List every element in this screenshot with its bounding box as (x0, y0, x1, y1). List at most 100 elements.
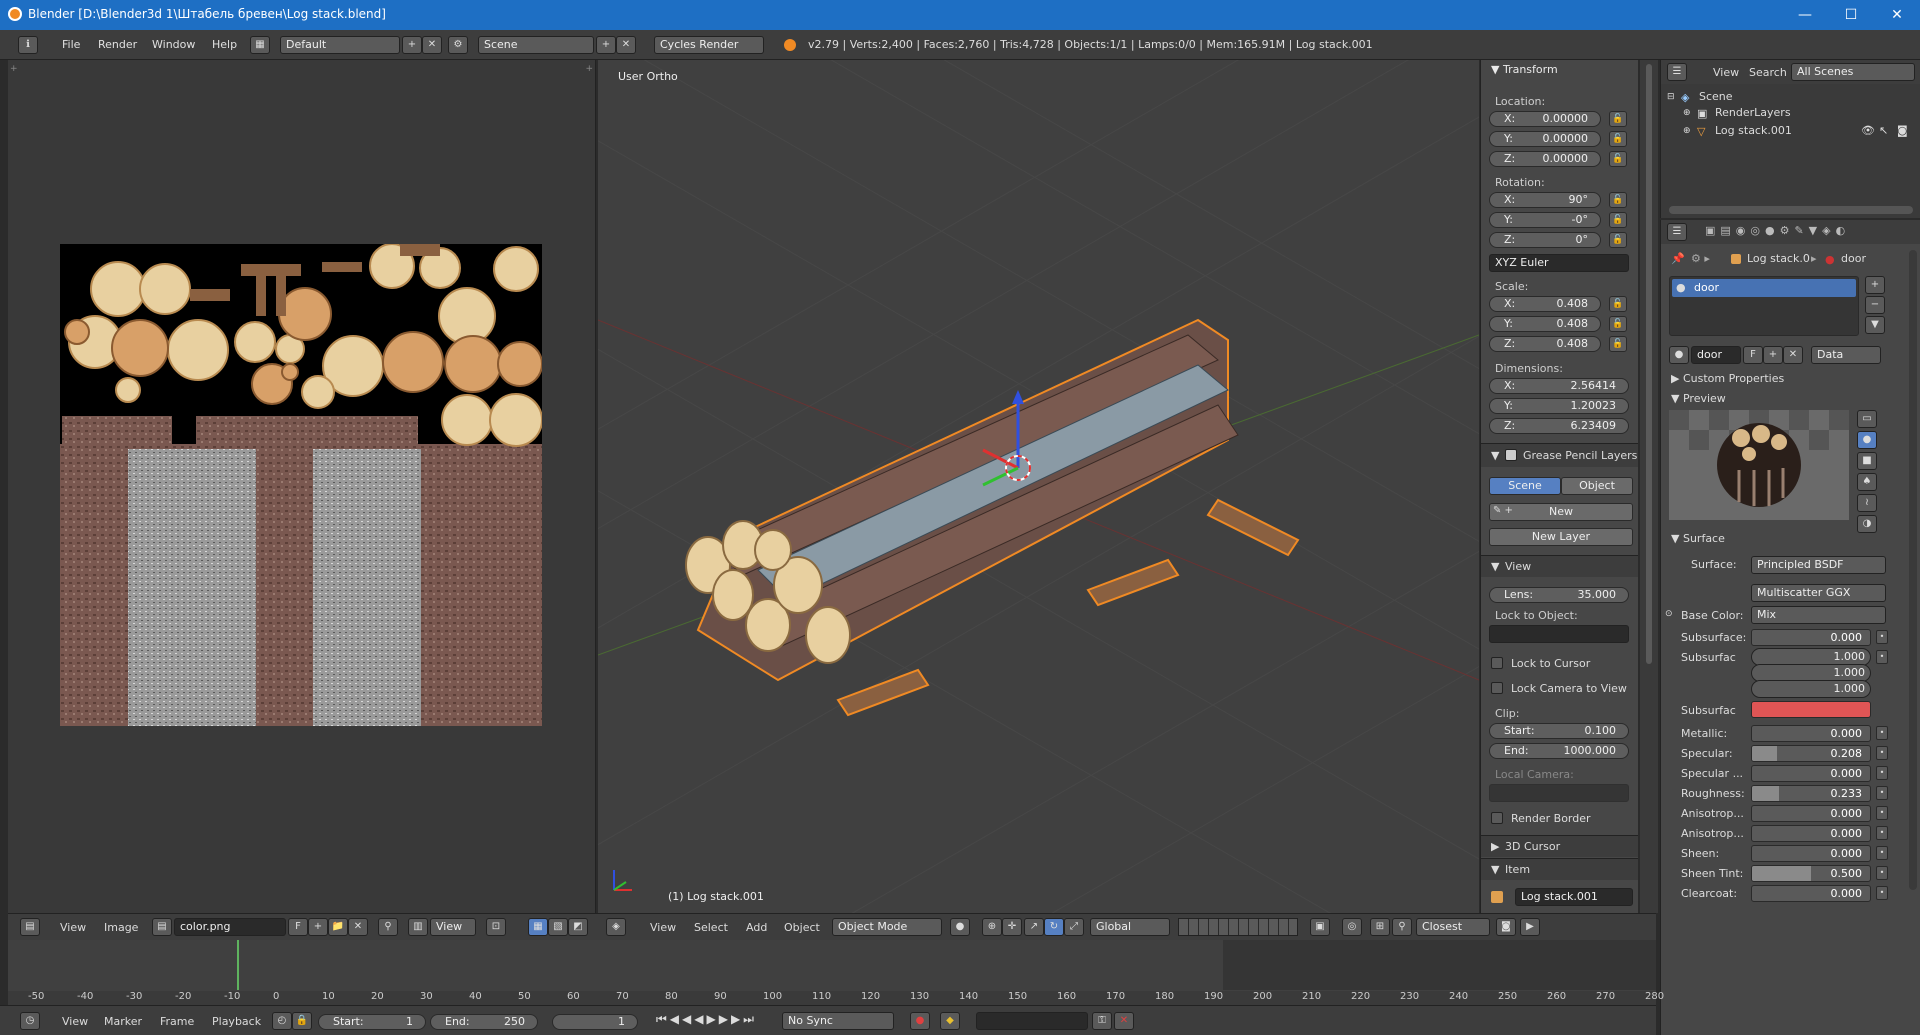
3d-view-editor-icon[interactable]: ◈ (606, 918, 626, 936)
location-x-field[interactable]: X: 0.00000 (1489, 111, 1601, 127)
layout-select[interactable]: Default (280, 36, 400, 54)
material-browse-icon[interactable]: ● (1669, 346, 1689, 364)
add-scene-icon[interactable]: + (596, 36, 616, 54)
link-socket-icon[interactable]: • (1876, 746, 1888, 760)
3d-cursor-panel-header[interactable]: ▶ 3D Cursor (1481, 835, 1638, 857)
subsurface-radius-z[interactable]: 1.000 (1751, 680, 1871, 698)
fake-user-button[interactable]: F (1743, 346, 1763, 364)
gp-object-toggle[interactable]: Object (1561, 477, 1633, 495)
lock-icon[interactable]: 🔓 (1609, 316, 1627, 332)
3d-viewport[interactable]: User Ortho (1) Log stack.001 (598, 60, 1479, 913)
link-socket-icon[interactable]: • (1876, 786, 1888, 800)
sheen-tint-slider[interactable]: 0.500 (1751, 865, 1871, 882)
add-layout-icon[interactable]: + (402, 36, 422, 54)
lock-icon[interactable]: 🔓 (1609, 296, 1627, 312)
scale-z-field[interactable]: Z: 0.408 (1489, 336, 1601, 352)
rotation-z-field[interactable]: Z: 0° (1489, 232, 1601, 248)
outliner[interactable]: ☰ View Search All Scenes ⊟ ◈ Scene ⊕ ▣ R… (1660, 60, 1920, 218)
render-camera-icon[interactable]: ◙ (1897, 124, 1908, 137)
grease-pencil-panel-header[interactable]: ▼ Grease Pencil Layers (1481, 443, 1638, 467)
layout-icon[interactable]: ▦ (250, 36, 270, 54)
unlink-material-icon[interactable]: ✕ (1783, 346, 1803, 364)
insert-keyframe-icon[interactable]: ⚿ (1092, 1012, 1112, 1030)
timeline[interactable]: -50 -40 -30 -20 -10 0 10 20 30 40 50 60 70 80 90 100 110… (8, 940, 1664, 1005)
surface-panel[interactable]: ▼ Surface (1671, 532, 1725, 545)
pivot-icon[interactable]: ⊡ (486, 918, 506, 936)
view-panel-header[interactable]: ▼ View (1481, 555, 1638, 577)
image-editor-icon[interactable]: ▤ (20, 918, 40, 936)
timeline-editor-icon[interactable]: ◷ (20, 1012, 40, 1030)
snap-toggle-icon[interactable]: ⊞ (1370, 918, 1390, 936)
preview-sky-icon[interactable]: ◑ (1857, 515, 1877, 533)
link-socket-icon[interactable]: • (1876, 846, 1888, 860)
context-tabs[interactable]: ▣▤◉◎●⚙✎▼◈◐ (1705, 224, 1850, 237)
prop-anisotropic-rotation[interactable]: Anisotrop... 0.000 • (1661, 824, 1920, 844)
rotate-icon[interactable]: ↻ (1044, 918, 1064, 936)
location-y-field[interactable]: Y: 0.00000 (1489, 131, 1601, 147)
lock-icon[interactable]: 🔓 (1609, 111, 1627, 127)
custom-properties-panel[interactable]: ▶ Custom Properties (1671, 372, 1784, 385)
scene-select[interactable]: Scene (478, 36, 594, 54)
sync-mode-select[interactable]: No Sync (782, 1012, 894, 1030)
view-menu[interactable]: View (650, 921, 676, 934)
alpha-icon[interactable]: ▧ (548, 918, 568, 936)
pivot-point-icon[interactable]: ⊕ (982, 918, 1002, 936)
proportional-edit-icon[interactable]: ◎ (1342, 918, 1362, 936)
render-engine-select[interactable]: Cycles Render (654, 36, 764, 54)
preview-type-buttons[interactable]: ▭ ● ■ ♠ ≀ ◑ (1857, 410, 1877, 533)
properties-shelf[interactable]: ▼ Transform Location: X: 0.00000 Y: 0.0000… (1480, 60, 1638, 913)
link-data-select[interactable]: Data (1811, 346, 1881, 364)
anisotropic-rotation-slider[interactable]: 0.000 (1751, 825, 1871, 842)
surface-shader-select[interactable]: Principled BSDF (1751, 556, 1886, 574)
remove-layout-icon[interactable]: ✕ (422, 36, 442, 54)
channels-icon[interactable]: ▦ (528, 918, 548, 936)
prop-specular-tint[interactable]: Specular ... 0.000 • (1661, 764, 1920, 784)
sheen-slider[interactable]: 0.000 (1751, 845, 1871, 862)
scale-y-field[interactable]: Y: 0.408 (1489, 316, 1601, 332)
viewport-shading-icon[interactable]: ● (950, 918, 970, 936)
image-menu[interactable]: Image (104, 921, 138, 934)
shelf-scrollbar[interactable] (1640, 60, 1658, 913)
preview-cube-icon[interactable]: ■ (1857, 452, 1877, 470)
draw-icon[interactable]: ◩ (568, 918, 588, 936)
image-view-select[interactable]: View (430, 918, 476, 936)
clip-end-field[interactable]: End: 1000.000 (1489, 743, 1629, 759)
keying-set-field[interactable] (976, 1012, 1088, 1030)
remove-scene-icon[interactable]: ✕ (616, 36, 636, 54)
expand-icon[interactable]: ⊟ (1667, 92, 1675, 102)
record-icon[interactable]: ● (910, 1012, 930, 1030)
prop-metallic[interactable]: Metallic: 0.000 • (1661, 724, 1920, 744)
pin-icon[interactable]: 📌 (1671, 252, 1685, 265)
item-name-field[interactable]: Log stack.001 (1515, 888, 1633, 906)
prop-sheen[interactable]: Sheen: 0.000 • (1661, 844, 1920, 864)
specular-slider[interactable]: 0.208 (1751, 745, 1871, 762)
image-browse-icon[interactable]: ▤ (152, 918, 172, 936)
gp-scene-toggle[interactable]: Scene (1489, 477, 1561, 495)
properties-editor[interactable]: ☰ ▣▤◉◎●⚙✎▼◈◐ 📌 ⚙ ▸ Log stack.0 ▸ ● door … (1660, 220, 1920, 1035)
area-corner-icon[interactable]: + (10, 64, 18, 74)
mode-select[interactable]: Object Mode (832, 918, 942, 936)
dimension-y-field[interactable]: Y: 1.20023 (1489, 398, 1629, 414)
outliner-editor-icon[interactable]: ☰ (1667, 63, 1687, 81)
layer-buttons[interactable] (1178, 918, 1298, 936)
pin-icon[interactable]: ⚲ (378, 918, 398, 936)
link-socket-icon[interactable]: • (1876, 650, 1888, 664)
remove-slot-icon[interactable]: − (1865, 296, 1885, 314)
selectable-arrow-icon[interactable]: ↖ (1879, 124, 1888, 137)
roughness-slider[interactable]: 0.233 (1751, 785, 1871, 802)
prop-roughness[interactable]: Roughness: 0.233 • (1661, 784, 1920, 804)
lock-icon[interactable]: 🔓 (1609, 192, 1627, 208)
object-menu[interactable]: Object (784, 921, 820, 934)
subsurface-slider[interactable]: 0.000 (1751, 629, 1871, 646)
area-corner-icon[interactable]: + (585, 64, 593, 74)
render-border-checkbox[interactable] (1491, 812, 1503, 824)
lock-object-field[interactable] (1489, 625, 1629, 643)
preview-sphere-icon[interactable]: ● (1857, 431, 1877, 449)
material-slot-item[interactable]: ● door (1672, 279, 1856, 297)
open-image-icon[interactable]: 📁 (328, 918, 348, 936)
info-editor-icon[interactable]: ℹ (18, 36, 38, 54)
rotation-x-field[interactable]: X: 90° (1489, 192, 1601, 208)
item-panel-header[interactable]: ▼ Item (1481, 858, 1638, 880)
translate-icon[interactable]: ↗ (1024, 918, 1044, 936)
delete-keyframe-icon[interactable]: ✕ (1114, 1012, 1134, 1030)
